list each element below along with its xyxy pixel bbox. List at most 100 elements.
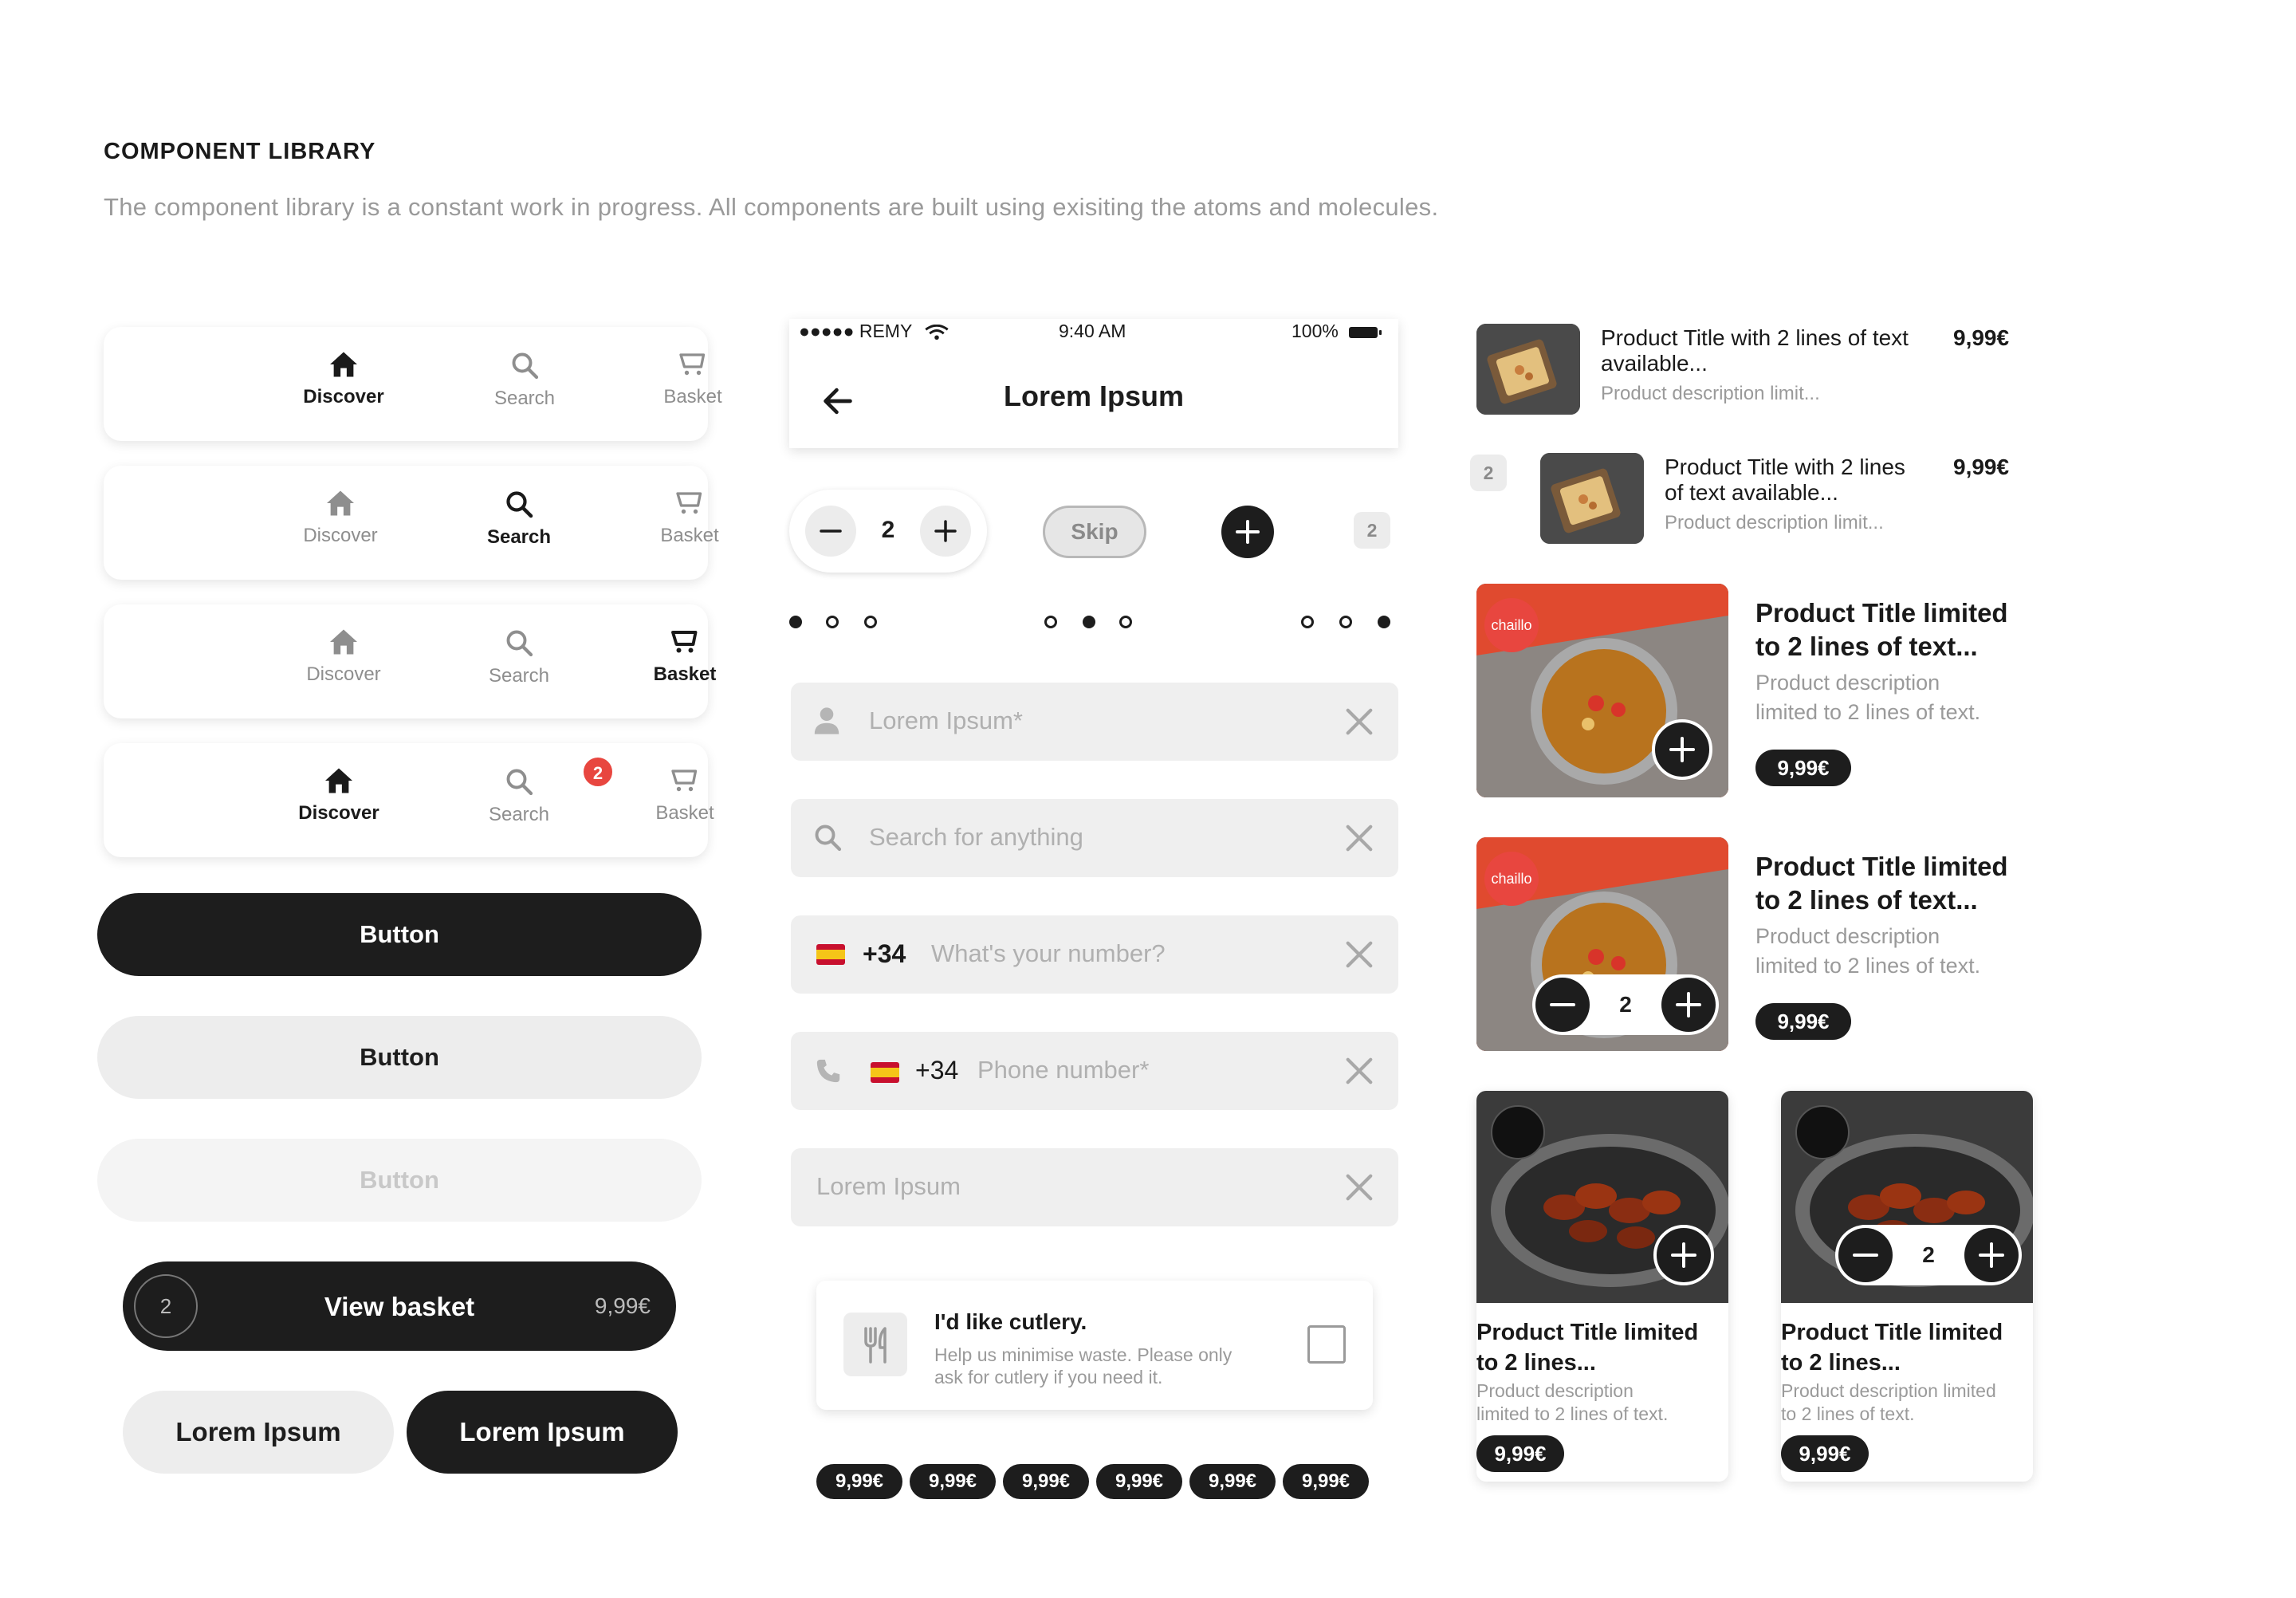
product-card[interactable]: Product Title limited to 2 lines... Produ… <box>1476 1091 1728 1482</box>
page-dot <box>1339 616 1352 628</box>
cutlery-checkbox[interactable] <box>1307 1325 1346 1364</box>
tab-bar-discover-active: Discover Search Basket <box>104 327 722 441</box>
tab-label: Search <box>488 665 550 687</box>
product-price: 9,99€ <box>1755 1003 1851 1040</box>
clear-icon[interactable] <box>1344 1172 1374 1202</box>
cutlery-title: I'd like cutlery. <box>934 1309 1087 1334</box>
phone-number-field[interactable]: +34 What's your number? <box>791 915 1398 994</box>
basket-icon <box>676 492 702 514</box>
price-chip: 9,99€ <box>910 1464 996 1499</box>
clear-icon[interactable] <box>1344 823 1374 853</box>
product-description: Product description limit... <box>1601 383 1820 404</box>
increase-button[interactable] <box>920 506 971 557</box>
search-input[interactable]: Search for anything <box>791 799 1398 877</box>
restaurant-logo-icon <box>1795 1105 1850 1159</box>
search-icon <box>512 352 539 380</box>
name-field[interactable]: Lorem Ipsum* <box>791 683 1398 761</box>
plain-field[interactable]: Lorem Ipsum <box>791 1148 1398 1226</box>
page-dot-active <box>1378 616 1390 628</box>
plus-icon <box>1676 992 1701 1017</box>
product-image <box>1476 324 1580 415</box>
view-basket-button[interactable]: 2 View basket 9,99€ <box>123 1261 676 1351</box>
plain-placeholder: Lorem Ipsum <box>816 1172 961 1200</box>
spain-flag-icon <box>816 944 845 965</box>
home-icon <box>330 352 357 377</box>
product-title: Product Title limited to 2 lines... <box>1476 1320 1699 1376</box>
country-code[interactable]: +34 <box>863 939 906 969</box>
spain-flag-icon <box>871 1062 899 1083</box>
price-chip: 9,99€ <box>816 1464 902 1499</box>
tab-search[interactable]: Search <box>451 490 587 549</box>
plus-icon <box>1236 520 1260 544</box>
tab-basket[interactable]: Basket <box>617 628 753 686</box>
disabled-button: Button <box>97 1139 702 1222</box>
tab-basket[interactable]: Basket <box>625 351 761 408</box>
decrease-button[interactable] <box>805 506 856 557</box>
lorem-ipsum-light-button[interactable]: Lorem Ipsum <box>123 1391 394 1474</box>
add-to-basket-button[interactable] <box>1653 1225 1714 1285</box>
product-price: 9,99€ <box>1953 455 2010 479</box>
product-image <box>1476 1091 1728 1303</box>
phone-number-field-alt[interactable]: +34 Phone number* <box>791 1032 1398 1110</box>
phone-placeholder: What's your number? <box>931 939 1166 967</box>
product-image: chaillo <box>1476 584 1728 797</box>
basket-icon <box>671 631 698 653</box>
status-carrier: ●●●●● REMY <box>799 321 949 342</box>
increase-button[interactable] <box>1661 978 1716 1032</box>
lorem-ipsum-dark-button[interactable]: Lorem Ipsum <box>407 1391 678 1474</box>
page-subtitle: The component library is a constant work… <box>104 193 1439 221</box>
price-chip: 9,99€ <box>1003 1464 1089 1499</box>
country-code[interactable]: +34 <box>915 1056 958 1085</box>
minus-icon <box>820 529 842 533</box>
minus-icon <box>1853 1254 1878 1257</box>
phone-icon <box>816 1059 840 1083</box>
add-button[interactable] <box>1221 506 1274 558</box>
price-chip: 9,99€ <box>1283 1464 1369 1499</box>
tab-discover[interactable]: Discover <box>276 351 411 408</box>
search-icon <box>506 630 533 657</box>
clear-icon[interactable] <box>1344 707 1374 737</box>
product-price: 9,99€ <box>1755 750 1851 786</box>
quantity-stepper[interactable]: 2 <box>789 490 987 573</box>
cutlery-desc-line2: ask for cutlery if you need it. <box>934 1367 1163 1387</box>
product-description: Product description limited to 2 lines of… <box>1476 1380 1669 1424</box>
tab-basket[interactable]: Basket <box>622 490 757 547</box>
view-basket-price: 9,99€ <box>594 1293 651 1318</box>
secondary-button[interactable]: Button <box>97 1016 702 1099</box>
restaurant-logo: chaillo <box>1484 598 1539 652</box>
add-to-basket-button[interactable] <box>1652 719 1712 780</box>
primary-button[interactable]: Button <box>97 893 702 976</box>
price-chip: 9,99€ <box>1096 1464 1182 1499</box>
product-title: Product Title limited to 2 lines... <box>1781 1320 2003 1376</box>
tab-discover[interactable]: Discover <box>276 628 411 686</box>
quantity-stepper[interactable]: 2 <box>1532 974 1719 1035</box>
basket-icon <box>679 353 706 376</box>
basket-count-badge: 2 <box>582 756 614 788</box>
phone-header: ●●●●● REMY 9:40 AM 100% Lorem Ipsum <box>789 319 1398 448</box>
skip-button[interactable]: Skip <box>1043 506 1146 558</box>
clear-icon[interactable] <box>1344 939 1374 970</box>
plus-icon <box>1979 1242 2004 1268</box>
cutlery-option[interactable]: I'd like cutlery. Help us minimise waste… <box>816 1281 1373 1410</box>
tab-search[interactable]: Search <box>451 767 587 826</box>
tab-discover[interactable]: Discover <box>273 490 408 547</box>
product-title: Product Title limited to 2 lines of text.… <box>1755 852 2008 915</box>
quantity-stepper[interactable]: 2 <box>1835 1225 2022 1285</box>
search-icon <box>506 769 533 796</box>
tab-discover[interactable]: Discover <box>271 767 407 825</box>
tab-label: Search <box>493 388 556 409</box>
tab-basket[interactable]: Basket <box>617 767 753 825</box>
product-card[interactable]: 2 Product Title limited to 2 lines... Pro… <box>1781 1091 2033 1482</box>
product-title: Product Title with 2 lines of text availa… <box>1601 325 1909 376</box>
increase-button[interactable] <box>1964 1228 2019 1282</box>
tab-search[interactable]: Search <box>451 628 587 687</box>
decrease-button[interactable] <box>1838 1228 1893 1282</box>
wifi-icon <box>925 324 949 340</box>
plus-icon <box>934 520 957 542</box>
clear-icon[interactable] <box>1344 1056 1374 1086</box>
stepper-value: 2 <box>1619 992 1632 1017</box>
decrease-button[interactable] <box>1535 978 1590 1032</box>
product-title: Product Title limited to 2 lines of text.… <box>1755 598 2008 661</box>
tab-search[interactable]: Search <box>457 351 592 410</box>
search-icon <box>815 825 842 852</box>
